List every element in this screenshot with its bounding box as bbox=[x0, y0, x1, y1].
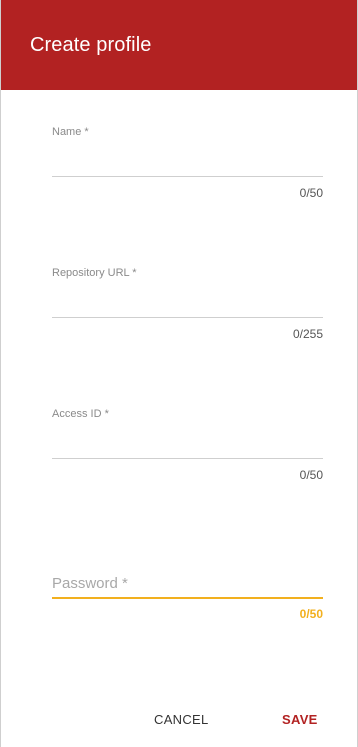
password-field: Password * 0/50 bbox=[52, 574, 323, 634]
access-id-field: Access ID * 0/50 bbox=[52, 406, 323, 486]
name-underline bbox=[52, 176, 323, 177]
save-button[interactable]: SAVE bbox=[282, 712, 318, 727]
repository-url-field: Repository URL * 0/255 bbox=[52, 265, 323, 345]
repository-url-label: Repository URL * bbox=[52, 267, 137, 279]
access-id-counter: 0/50 bbox=[299, 468, 323, 482]
dialog-header: Create profile bbox=[1, 0, 357, 90]
access-id-label: Access ID * bbox=[52, 408, 109, 420]
name-label: Name * bbox=[52, 126, 89, 138]
password-counter: 0/50 bbox=[299, 607, 323, 621]
repository-url-input[interactable] bbox=[52, 291, 323, 313]
access-id-underline bbox=[52, 458, 323, 459]
dialog-title: Create profile bbox=[30, 34, 152, 56]
name-counter: 0/50 bbox=[299, 186, 323, 200]
repository-url-counter: 0/255 bbox=[292, 327, 323, 341]
access-id-input[interactable] bbox=[52, 432, 323, 454]
cancel-button[interactable]: CANCEL bbox=[154, 712, 209, 727]
name-input[interactable] bbox=[52, 150, 323, 172]
password-underline bbox=[52, 597, 323, 599]
password-input[interactable] bbox=[52, 574, 323, 596]
repository-url-underline bbox=[52, 317, 323, 318]
dialog-actions: CANCEL SAVE bbox=[1, 700, 357, 740]
create-profile-dialog: Create profile Name * 0/50 Repository UR… bbox=[0, 0, 358, 747]
name-field: Name * 0/50 bbox=[52, 124, 323, 204]
